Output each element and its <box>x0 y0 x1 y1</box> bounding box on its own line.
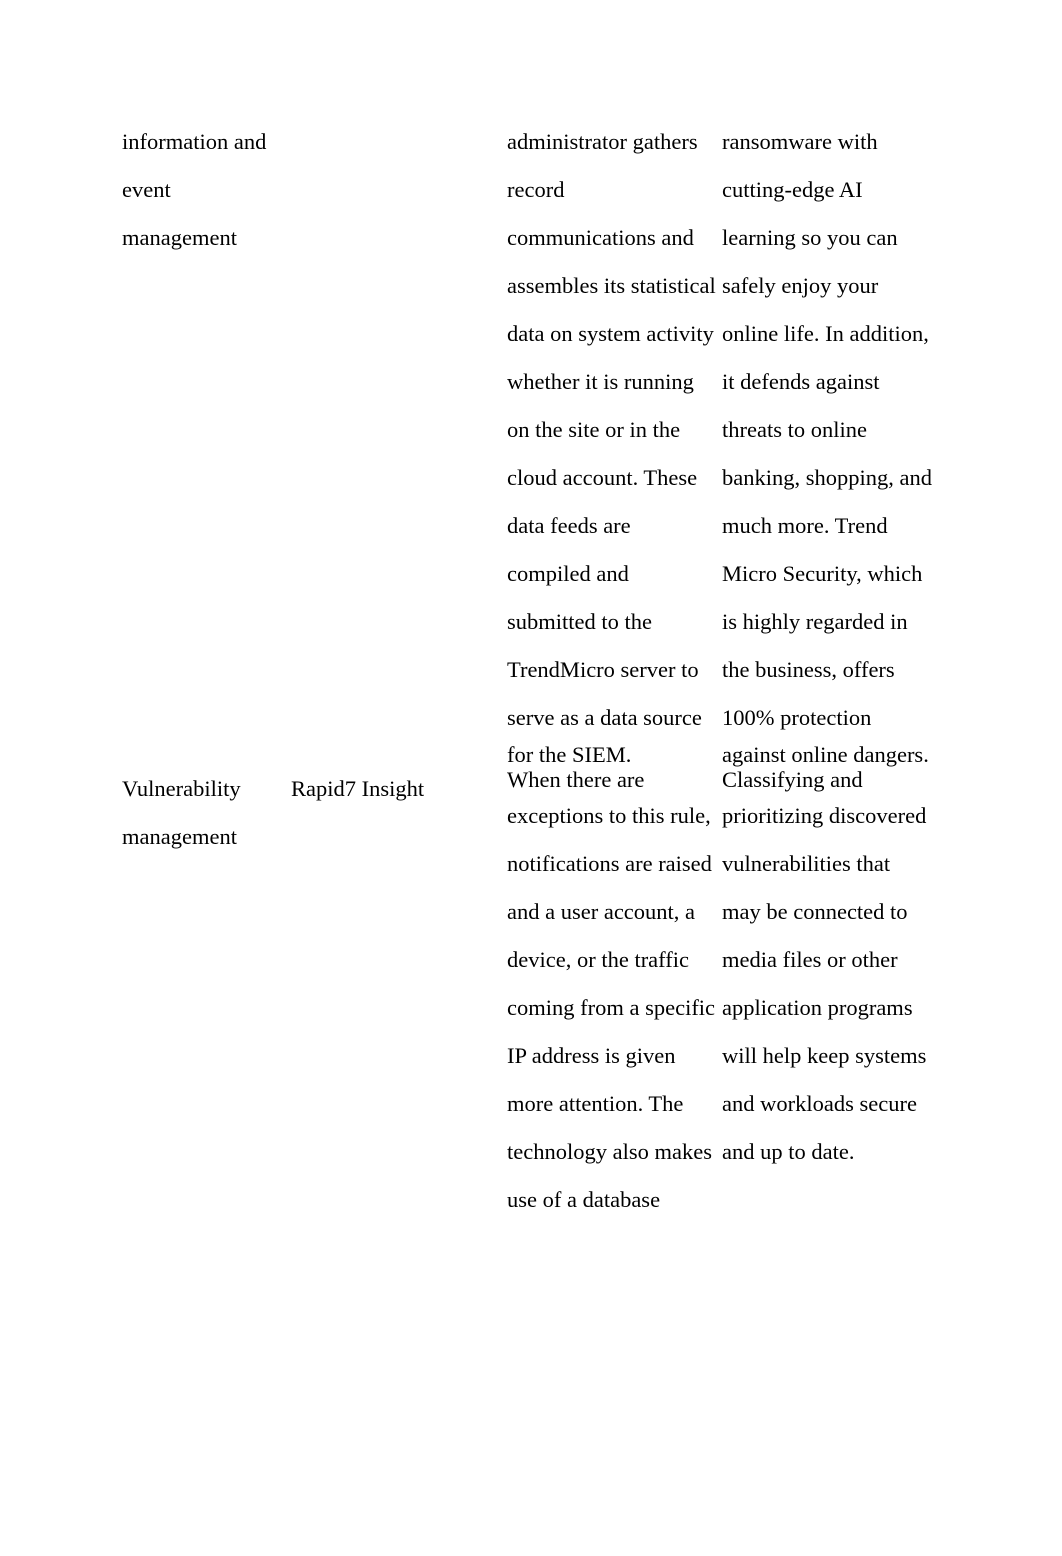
text-line: device, or the traffic <box>507 947 689 972</box>
text-line: and a user account, a <box>507 899 696 924</box>
column-benefit: ransomware with cutting-edge AI learning… <box>722 118 932 1176</box>
text-line: and up to date. <box>722 1139 855 1164</box>
text-line: submitted to the <box>507 609 652 634</box>
text-line: whether it is running <box>507 369 694 394</box>
text-line: notifications are raised <box>507 851 712 876</box>
text-line: much more. Trend <box>722 513 888 538</box>
text-line: is highly regarded in <box>722 609 908 634</box>
text-line: the business, offers <box>722 657 895 682</box>
text-line: compiled and <box>507 561 629 586</box>
text-line: record <box>507 177 565 202</box>
text-line: may be connected to <box>722 899 908 924</box>
text-line: cloud account. These <box>507 465 698 490</box>
document-page: information and event management Vulnera… <box>0 0 1062 1556</box>
text-line: data on system activity <box>507 321 714 346</box>
text-line: coming from a specific <box>507 995 716 1020</box>
text-line: and workloads secure <box>722 1091 917 1116</box>
text-line: threats to online <box>722 417 867 442</box>
text-line: ransomware with <box>722 129 878 154</box>
text-line: serve as a data source <box>507 705 702 730</box>
column-security-tool-name: Rapid7 Insight <box>291 118 491 813</box>
text-line: When there are <box>507 767 645 792</box>
text-line: assembles its statistical <box>507 273 716 298</box>
text-line: for the SIEM. <box>507 742 632 767</box>
text-line: communications and <box>507 225 694 250</box>
text-line: vulnerabilities that <box>722 851 891 876</box>
text-line: banking, shopping, and <box>722 465 932 490</box>
text-line: against online dangers. <box>722 742 929 767</box>
row-separator <box>122 742 282 765</box>
text-line: safely enjoy your <box>722 273 879 298</box>
text-line: Rapid7 Insight <box>291 776 425 801</box>
text-line: online life. In addition, <box>722 321 929 346</box>
text-line: IP address is given <box>507 1043 676 1068</box>
text-line: administrator gathers <box>507 129 698 154</box>
text-line: technology also makes <box>507 1139 712 1164</box>
text-line: will help keep systems <box>722 1043 927 1068</box>
text-line: learning so you can <box>722 225 898 250</box>
column-description: administrator gathers record communicati… <box>507 118 716 1224</box>
text-line: more attention. The <box>507 1091 684 1116</box>
text-line: prioritizing discovered <box>722 803 927 828</box>
text-line: on the site or in the <box>507 417 681 442</box>
text-line: management <box>122 824 237 849</box>
text-line: TrendMicro server to <box>507 657 699 682</box>
text-line: Classifying and <box>722 767 863 792</box>
text-line: cutting-edge AI <box>722 177 863 202</box>
text-line: information and <box>122 129 267 154</box>
text-line: Vulnerability <box>122 776 241 801</box>
text-line: application programs <box>722 995 913 1020</box>
row-separator <box>291 742 491 765</box>
text-line: Micro Security, which <box>722 561 923 586</box>
text-line: event <box>122 177 171 202</box>
column-security-capability-term: information and event management Vulnera… <box>122 118 282 861</box>
text-line: 100% protection <box>722 705 872 730</box>
text-line: data feeds are <box>507 513 631 538</box>
text-line: use of a database <box>507 1187 661 1212</box>
text-line: it defends against <box>722 369 880 394</box>
text-line: media files or other <box>722 947 898 972</box>
text-line: exceptions to this rule, <box>507 803 711 828</box>
text-line: management <box>122 225 237 250</box>
content-table: information and event management Vulnera… <box>0 0 1062 1556</box>
